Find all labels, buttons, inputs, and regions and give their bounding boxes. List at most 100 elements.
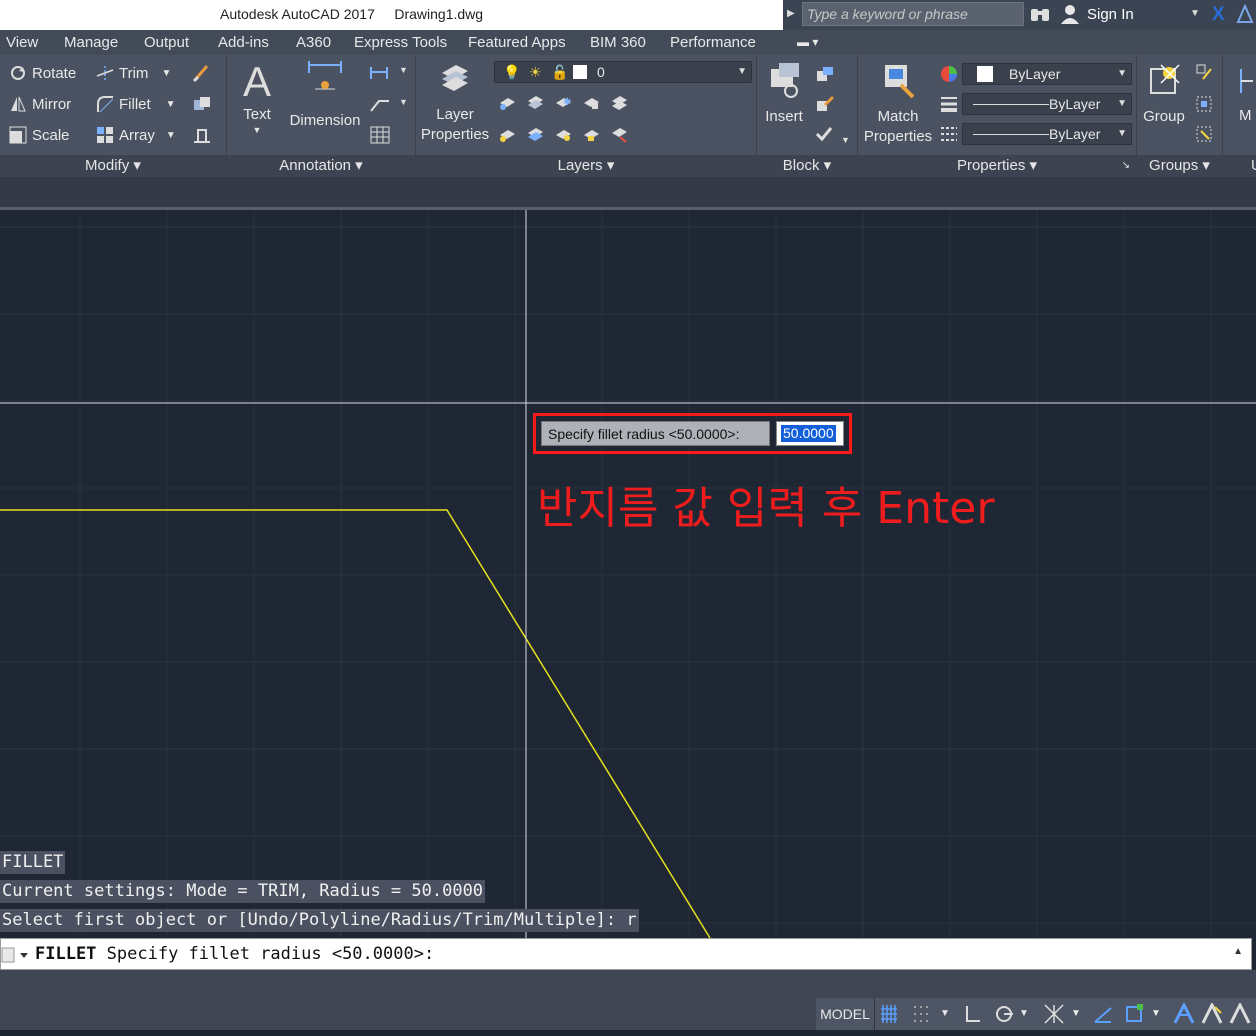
layer-unlock-icon[interactable] [582, 125, 600, 143]
grid-display-icon[interactable] [878, 998, 900, 1030]
layer-unisolate-icon[interactable] [526, 125, 544, 143]
match-properties-button[interactable]: Match Properties [860, 61, 936, 147]
stretch-icon[interactable] [192, 126, 212, 149]
array-dropdown-icon[interactable]: ▼ [166, 130, 176, 141]
ungroup-icon[interactable] [1195, 63, 1213, 86]
linetype-icon[interactable] [940, 125, 958, 148]
layer-off-icon[interactable] [498, 93, 516, 111]
model-space-button[interactable]: MODEL [816, 998, 875, 1030]
insert-button[interactable]: Insert [761, 61, 807, 127]
command-history-icon[interactable] [1, 943, 31, 970]
linetype-dropdown[interactable]: ByLayer ▼ [962, 93, 1132, 115]
text-dropdown-icon: ▼ [252, 125, 262, 135]
search-input[interactable] [803, 3, 1023, 25]
layer-thaw-icon[interactable] [554, 125, 572, 143]
block-panel-title[interactable]: Block ▾ [757, 155, 857, 177]
tab-bim-360[interactable]: BIM 360 [590, 34, 646, 51]
drawing-canvas[interactable] [0, 210, 1256, 970]
tab-performance[interactable]: Performance [670, 34, 756, 51]
modify-panel: Rotate Trim ▼ Mirror Fillet ▼ Scale Arra… [0, 55, 227, 177]
binoculars-icon[interactable] [1030, 5, 1050, 28]
utilities-panel-title[interactable]: U [1223, 155, 1256, 177]
color-wheel-icon[interactable] [940, 65, 958, 88]
edit-block-icon[interactable] [815, 95, 835, 118]
crosshair-cursor [0, 210, 1256, 938]
scale-button[interactable]: Scale [9, 126, 70, 144]
table-icon[interactable] [370, 126, 390, 149]
groups-panel-title[interactable]: Groups ▾ [1137, 155, 1222, 177]
sign-in-link[interactable]: Sign In [1087, 6, 1134, 23]
rotate-button[interactable]: Rotate [9, 64, 76, 82]
annotation-visibility-icon[interactable] [1172, 998, 1196, 1030]
yellow-polyline [0, 509, 711, 939]
make-current-icon[interactable] [610, 93, 628, 111]
tab-a360[interactable]: A360 [296, 34, 331, 51]
layer-freeze-icon[interactable]: ✱ [554, 93, 572, 111]
isometric-icon[interactable] [1042, 998, 1066, 1030]
tab-view[interactable]: View [6, 34, 38, 51]
trim-dropdown-icon[interactable]: ▼ [161, 68, 171, 79]
mirror-button[interactable]: Mirror [9, 95, 71, 113]
text-button[interactable]: A Text ▼ [237, 59, 277, 136]
ortho-icon[interactable] [962, 998, 984, 1030]
layer-isolate-icon[interactable] [526, 93, 544, 111]
layer-match-icon[interactable] [610, 125, 628, 143]
edit-attributes-icon[interactable]: ▼ [815, 125, 850, 146]
layers-panel-title[interactable]: Layers ▾ [416, 155, 756, 177]
annotation-autoscale-icon[interactable] [1200, 998, 1224, 1030]
snap-dropdown-icon[interactable]: ▼ [938, 998, 952, 1030]
dynamic-input-prompt: Specify fillet radius <50.0000>: [541, 421, 770, 446]
erase-icon[interactable] [192, 63, 212, 88]
object-snap-icon[interactable] [1122, 998, 1146, 1030]
annotation-scale-icon[interactable] [1228, 998, 1252, 1030]
trim-button[interactable]: Trim ▼ [96, 64, 171, 82]
polar-tracking-icon[interactable] [994, 998, 1016, 1030]
expand-icon[interactable]: ▶ [787, 8, 795, 19]
tab-manage[interactable]: Manage [64, 34, 118, 51]
autodesk-a360-icon[interactable] [1236, 3, 1254, 29]
layer-lock-icon[interactable] [582, 93, 600, 111]
annotation-panel-title[interactable]: Annotation ▾ [227, 155, 415, 177]
ribbon-options-icon[interactable]: ▬ ▾ [797, 35, 818, 49]
object-snap-tracking-icon[interactable] [1092, 998, 1114, 1030]
search-box[interactable] [802, 2, 1024, 26]
fillet-dropdown-icon[interactable]: ▼ [166, 99, 176, 110]
measure-icon[interactable] [1237, 67, 1255, 100]
unlock-icon: 🔓 [551, 64, 569, 80]
leader-icon[interactable]: ▼ [369, 95, 408, 118]
fillet-button[interactable]: Fillet ▼ [96, 95, 176, 113]
command-scroll-up-icon[interactable]: ▲ [1233, 946, 1243, 957]
array-button[interactable]: Array ▼ [96, 126, 176, 144]
object-snap-dropdown-icon[interactable]: ▼ [1150, 998, 1162, 1030]
copy-icon[interactable] [192, 95, 212, 118]
group-edit-icon[interactable] [1195, 95, 1213, 118]
color-dropdown[interactable]: ByLayer ▼ [962, 63, 1132, 85]
isometric-dropdown-icon[interactable]: ▼ [1070, 998, 1082, 1030]
dimension-icon [308, 61, 342, 90]
tab-add-ins[interactable]: Add-ins [218, 34, 269, 51]
history-line-3: Select first object or [Undo/Polyline/Ra… [0, 909, 639, 932]
properties-panel-title[interactable]: Properties ▾ ↘ [858, 155, 1136, 177]
linear-dim-icon[interactable]: ▼ [369, 63, 408, 86]
tab-featured-apps[interactable]: Featured Apps [468, 34, 566, 51]
snap-mode-icon[interactable] [910, 998, 932, 1030]
modify-panel-title[interactable]: Modify ▾ [0, 155, 226, 177]
layer-dropdown[interactable]: 💡 ☀ 🔓 0 ▼ [494, 61, 752, 83]
create-block-icon[interactable] [815, 65, 835, 88]
fillet-icon [97, 96, 114, 113]
exchange-apps-icon[interactable]: X [1212, 4, 1225, 26]
lineweight-icon[interactable] [940, 95, 958, 118]
tab-output[interactable]: Output [144, 34, 189, 51]
layer-properties-button[interactable]: Layer Properties [420, 59, 490, 145]
group-selection-icon[interactable] [1195, 125, 1213, 148]
dimension-button[interactable]: Dimension [287, 59, 363, 131]
user-icon[interactable] [1060, 4, 1080, 29]
sign-in-dropdown-icon[interactable]: ▼ [1190, 8, 1200, 19]
polar-dropdown-icon[interactable]: ▼ [1018, 998, 1030, 1030]
layer-on-icon[interactable] [498, 125, 516, 143]
command-line[interactable]: FILLET Specify fillet radius <50.0000>: … [0, 938, 1252, 970]
lineweight-dropdown[interactable]: ByLayer ▼ [962, 123, 1132, 145]
tab-express-tools[interactable]: Express Tools [354, 34, 447, 51]
fillet-radius-input[interactable]: 50.0000 [776, 421, 844, 446]
group-button[interactable]: Group [1139, 61, 1189, 127]
